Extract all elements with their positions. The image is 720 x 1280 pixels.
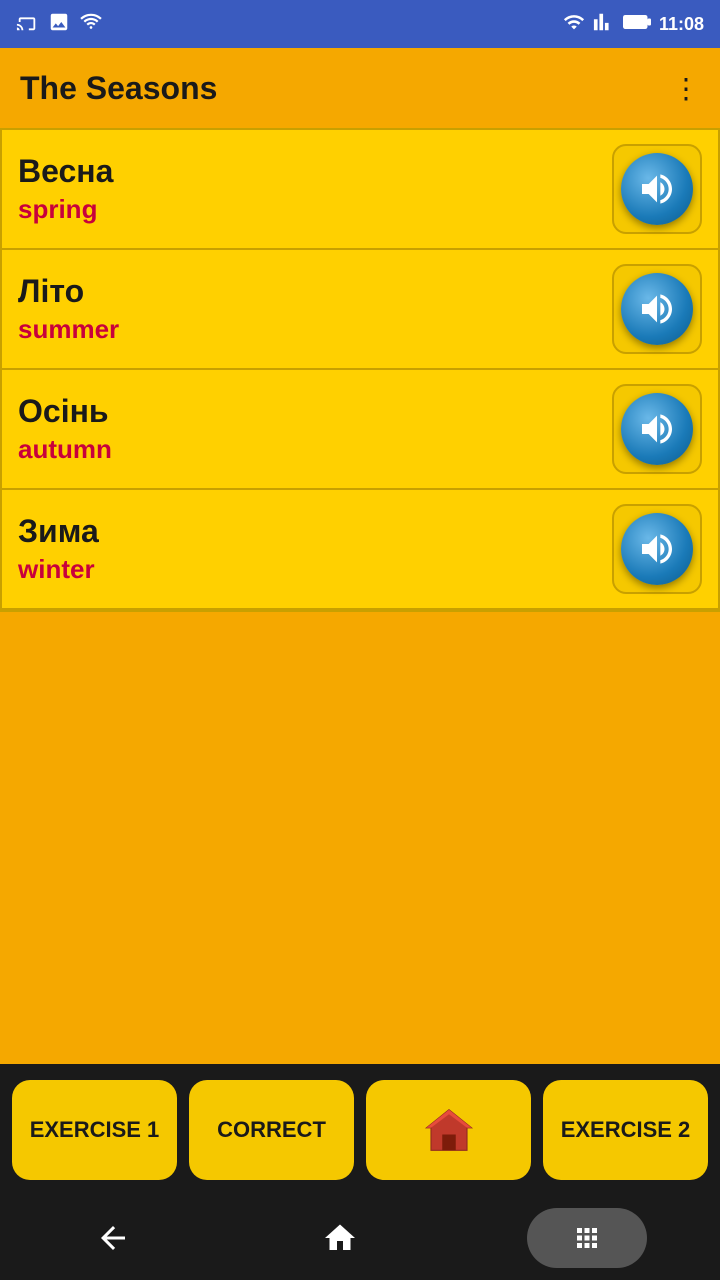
word-row-spring: Весна spring <box>2 130 718 250</box>
word-text-group-summer: Літо summer <box>18 273 119 345</box>
clock: 11:08 <box>659 14 704 35</box>
house-icon <box>422 1103 476 1157</box>
word-native-spring: Весна <box>18 153 113 190</box>
word-translation-autumn: autumn <box>18 434 112 465</box>
exercise1-button[interactable]: EXERCISE 1 <box>12 1080 177 1180</box>
word-native-autumn: Осінь <box>18 393 112 430</box>
empty-area <box>0 612 720 1064</box>
word-translation-winter: winter <box>18 554 99 585</box>
word-row-autumn: Осінь autumn <box>2 370 718 490</box>
audio-button-winter[interactable] <box>612 504 702 594</box>
bars-icon <box>593 11 615 37</box>
overflow-menu-icon[interactable]: ⋮ <box>672 72 700 105</box>
bottom-buttons: EXERCISE 1 CORRECT EXERCISE 2 <box>0 1064 720 1196</box>
image-icon <box>48 11 70 38</box>
back-icon <box>95 1220 131 1256</box>
word-text-group-spring: Весна spring <box>18 153 113 225</box>
app-header: The Seasons ⋮ <box>0 48 720 128</box>
back-button[interactable] <box>73 1198 153 1278</box>
exercise2-button[interactable]: EXERCISE 2 <box>543 1080 708 1180</box>
signal-icon <box>563 11 585 37</box>
word-list: Весна spring Літо summer <box>0 128 720 612</box>
recents-icon <box>572 1223 602 1253</box>
audio-button-spring[interactable] <box>612 144 702 234</box>
status-bar: 11:08 <box>0 0 720 48</box>
word-translation-spring: spring <box>18 194 113 225</box>
word-native-summer: Літо <box>18 273 119 310</box>
home-nav-button[interactable] <box>300 1198 380 1278</box>
home-button[interactable] <box>366 1080 531 1180</box>
cast-icon <box>16 11 38 38</box>
wifi-calling-icon <box>80 11 102 38</box>
word-row-winter: Зима winter <box>2 490 718 610</box>
home-nav-icon <box>322 1220 358 1256</box>
nav-bar <box>0 1196 720 1280</box>
word-native-winter: Зима <box>18 513 99 550</box>
audio-button-summer[interactable] <box>612 264 702 354</box>
word-text-group-autumn: Осінь autumn <box>18 393 112 465</box>
main-content: Весна spring Літо summer <box>0 128 720 1064</box>
word-text-group-winter: Зима winter <box>18 513 99 585</box>
correct-button[interactable]: CORRECT <box>189 1080 354 1180</box>
page-title: The Seasons <box>20 70 217 107</box>
recents-button[interactable] <box>527 1208 647 1268</box>
word-translation-summer: summer <box>18 314 119 345</box>
battery-icon <box>623 11 651 37</box>
word-row-summer: Літо summer <box>2 250 718 370</box>
audio-button-autumn[interactable] <box>612 384 702 474</box>
